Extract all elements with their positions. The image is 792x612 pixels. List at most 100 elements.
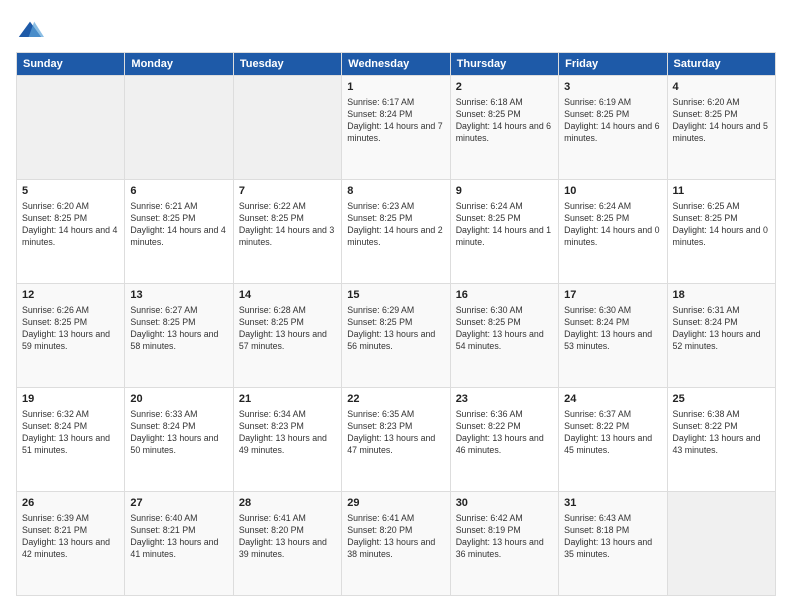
day-number: 10 bbox=[564, 184, 661, 199]
day-number: 15 bbox=[347, 288, 444, 303]
calendar-week-4: 19 Sunrise: 6:32 AM Sunset: 8:24 PM Dayli… bbox=[17, 388, 776, 492]
day-content: Sunrise: 6:35 AM Sunset: 8:23 PM Dayligh… bbox=[347, 409, 444, 457]
day-content: Sunrise: 6:42 AM Sunset: 8:19 PM Dayligh… bbox=[456, 513, 553, 561]
day-content: Sunrise: 6:32 AM Sunset: 8:24 PM Dayligh… bbox=[22, 409, 119, 457]
day-content: Sunrise: 6:20 AM Sunset: 8:25 PM Dayligh… bbox=[673, 97, 770, 145]
col-saturday: Saturday bbox=[667, 53, 775, 76]
calendar-cell: 8 Sunrise: 6:23 AM Sunset: 8:25 PM Daylig… bbox=[342, 180, 450, 284]
day-number: 17 bbox=[564, 288, 661, 303]
calendar-cell: 2 Sunrise: 6:18 AM Sunset: 8:25 PM Daylig… bbox=[450, 76, 558, 180]
calendar-week-5: 26 Sunrise: 6:39 AM Sunset: 8:21 PM Dayli… bbox=[17, 492, 776, 596]
calendar-cell: 16 Sunrise: 6:30 AM Sunset: 8:25 PM Dayli… bbox=[450, 284, 558, 388]
day-content: Sunrise: 6:41 AM Sunset: 8:20 PM Dayligh… bbox=[239, 513, 336, 561]
calendar-cell: 3 Sunrise: 6:19 AM Sunset: 8:25 PM Daylig… bbox=[559, 76, 667, 180]
logo bbox=[16, 16, 46, 44]
day-number: 26 bbox=[22, 496, 119, 511]
calendar-cell: 20Sunrise: 6:33 AM Sunset: 8:24 PM Dayli… bbox=[125, 388, 233, 492]
page: Sunday Monday Tuesday Wednesday Thursday… bbox=[0, 0, 792, 612]
day-number: 3 bbox=[564, 80, 661, 95]
day-number: 20 bbox=[130, 392, 227, 407]
calendar-cell: 13 Sunrise: 6:27 AM Sunset: 8:25 PM Dayli… bbox=[125, 284, 233, 388]
calendar-cell: 30 Sunrise: 6:42 AM Sunset: 8:19 PM Dayli… bbox=[450, 492, 558, 596]
calendar-cell bbox=[233, 76, 341, 180]
calendar-cell: 19 Sunrise: 6:32 AM Sunset: 8:24 PM Dayli… bbox=[17, 388, 125, 492]
day-number: 24 bbox=[564, 392, 661, 407]
calendar-week-3: 12 Sunrise: 6:26 AM Sunset: 8:25 PM Dayli… bbox=[17, 284, 776, 388]
day-content: Sunrise: 6:30 AM Sunset: 8:25 PM Dayligh… bbox=[456, 305, 553, 353]
day-number: 4 bbox=[673, 80, 770, 95]
calendar-cell bbox=[125, 76, 233, 180]
day-content: Sunrise: 6:23 AM Sunset: 8:25 PM Dayligh… bbox=[347, 201, 444, 249]
calendar-cell: 22 Sunrise: 6:35 AM Sunset: 8:23 PM Dayli… bbox=[342, 388, 450, 492]
day-content: Sunrise: 6:37 AM Sunset: 8:22 PM Dayligh… bbox=[564, 409, 661, 457]
day-number: 2 bbox=[456, 80, 553, 95]
calendar-cell bbox=[667, 492, 775, 596]
day-content: Sunrise: 6:39 AM Sunset: 8:21 PM Dayligh… bbox=[22, 513, 119, 561]
day-number: 23 bbox=[456, 392, 553, 407]
day-content: Sunrise: 6:22 AM Sunset: 8:25 PM Dayligh… bbox=[239, 201, 336, 249]
day-content: Sunrise: 6:21 AM Sunset: 8:25 PM Dayligh… bbox=[130, 201, 227, 249]
calendar-cell: 5Sunrise: 6:20 AM Sunset: 8:25 PM Daylig… bbox=[17, 180, 125, 284]
day-number: 31 bbox=[564, 496, 661, 511]
day-number: 16 bbox=[456, 288, 553, 303]
day-number: 1 bbox=[347, 80, 444, 95]
calendar-cell: 24 Sunrise: 6:37 AM Sunset: 8:22 PM Dayli… bbox=[559, 388, 667, 492]
col-friday: Friday bbox=[559, 53, 667, 76]
day-content: Sunrise: 6:28 AM Sunset: 8:25 PM Dayligh… bbox=[239, 305, 336, 353]
day-content: Sunrise: 6:19 AM Sunset: 8:25 PM Dayligh… bbox=[564, 97, 661, 145]
day-content: Sunrise: 6:26 AM Sunset: 8:25 PM Dayligh… bbox=[22, 305, 119, 353]
col-thursday: Thursday bbox=[450, 53, 558, 76]
day-number: 12 bbox=[22, 288, 119, 303]
calendar-cell: 23 Sunrise: 6:36 AM Sunset: 8:22 PM Dayli… bbox=[450, 388, 558, 492]
day-number: 19 bbox=[22, 392, 119, 407]
day-content: Sunrise: 6:18 AM Sunset: 8:25 PM Dayligh… bbox=[456, 97, 553, 145]
calendar-cell: 28 Sunrise: 6:41 AM Sunset: 8:20 PM Dayli… bbox=[233, 492, 341, 596]
day-content: Sunrise: 6:17 AM Sunset: 8:24 PM Dayligh… bbox=[347, 97, 444, 145]
calendar-cell: 25Sunrise: 6:38 AM Sunset: 8:22 PM Dayli… bbox=[667, 388, 775, 492]
day-number: 8 bbox=[347, 184, 444, 199]
calendar-cell: 1 Sunrise: 6:17 AM Sunset: 8:24 PM Daylig… bbox=[342, 76, 450, 180]
day-content: Sunrise: 6:30 AM Sunset: 8:24 PM Dayligh… bbox=[564, 305, 661, 353]
day-content: Sunrise: 6:29 AM Sunset: 8:25 PM Dayligh… bbox=[347, 305, 444, 353]
col-sunday: Sunday bbox=[17, 53, 125, 76]
day-number: 9 bbox=[456, 184, 553, 199]
day-number: 22 bbox=[347, 392, 444, 407]
col-tuesday: Tuesday bbox=[233, 53, 341, 76]
day-number: 13 bbox=[130, 288, 227, 303]
calendar-table: Sunday Monday Tuesday Wednesday Thursday… bbox=[16, 52, 776, 596]
header bbox=[16, 16, 776, 44]
day-content: Sunrise: 6:36 AM Sunset: 8:22 PM Dayligh… bbox=[456, 409, 553, 457]
day-number: 30 bbox=[456, 496, 553, 511]
calendar-cell: 12 Sunrise: 6:26 AM Sunset: 8:25 PM Dayli… bbox=[17, 284, 125, 388]
day-content: Sunrise: 6:34 AM Sunset: 8:23 PM Dayligh… bbox=[239, 409, 336, 457]
day-number: 29 bbox=[347, 496, 444, 511]
day-number: 28 bbox=[239, 496, 336, 511]
calendar-cell: 9 Sunrise: 6:24 AM Sunset: 8:25 PM Daylig… bbox=[450, 180, 558, 284]
day-number: 5 bbox=[22, 184, 119, 199]
calendar-cell: 7 Sunrise: 6:22 AM Sunset: 8:25 PM Daylig… bbox=[233, 180, 341, 284]
calendar-week-2: 5Sunrise: 6:20 AM Sunset: 8:25 PM Daylig… bbox=[17, 180, 776, 284]
day-content: Sunrise: 6:24 AM Sunset: 8:25 PM Dayligh… bbox=[456, 201, 553, 249]
header-row: Sunday Monday Tuesday Wednesday Thursday… bbox=[17, 53, 776, 76]
calendar-cell: 4 Sunrise: 6:20 AM Sunset: 8:25 PM Daylig… bbox=[667, 76, 775, 180]
day-number: 27 bbox=[130, 496, 227, 511]
day-number: 21 bbox=[239, 392, 336, 407]
day-content: Sunrise: 6:27 AM Sunset: 8:25 PM Dayligh… bbox=[130, 305, 227, 353]
day-number: 18 bbox=[673, 288, 770, 303]
day-number: 6 bbox=[130, 184, 227, 199]
col-monday: Monday bbox=[125, 53, 233, 76]
col-wednesday: Wednesday bbox=[342, 53, 450, 76]
calendar-cell: 11Sunrise: 6:25 AM Sunset: 8:25 PM Dayli… bbox=[667, 180, 775, 284]
logo-icon bbox=[16, 16, 44, 44]
calendar-cell: 14Sunrise: 6:28 AM Sunset: 8:25 PM Dayli… bbox=[233, 284, 341, 388]
day-content: Sunrise: 6:24 AM Sunset: 8:25 PM Dayligh… bbox=[564, 201, 661, 249]
day-content: Sunrise: 6:41 AM Sunset: 8:20 PM Dayligh… bbox=[347, 513, 444, 561]
calendar-cell bbox=[17, 76, 125, 180]
calendar-cell: 18Sunrise: 6:31 AM Sunset: 8:24 PM Dayli… bbox=[667, 284, 775, 388]
day-number: 7 bbox=[239, 184, 336, 199]
day-number: 25 bbox=[673, 392, 770, 407]
calendar-cell: 21 Sunrise: 6:34 AM Sunset: 8:23 PM Dayli… bbox=[233, 388, 341, 492]
calendar-cell: 31 Sunrise: 6:43 AM Sunset: 8:18 PM Dayli… bbox=[559, 492, 667, 596]
calendar-cell: 10 Sunrise: 6:24 AM Sunset: 8:25 PM Dayli… bbox=[559, 180, 667, 284]
day-content: Sunrise: 6:43 AM Sunset: 8:18 PM Dayligh… bbox=[564, 513, 661, 561]
